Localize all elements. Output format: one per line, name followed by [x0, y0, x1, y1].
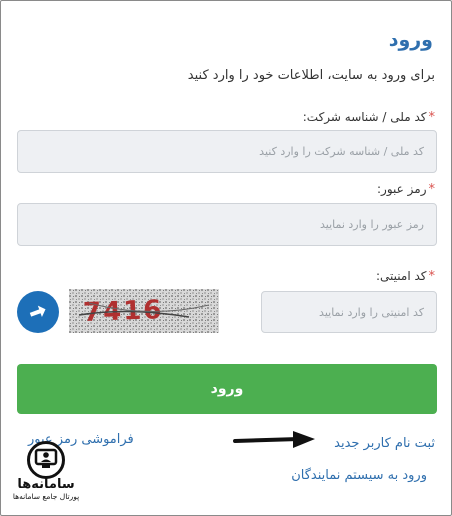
required-mark: *: [428, 182, 436, 197]
watermark-brand: سامانه‌ها: [17, 477, 75, 492]
captcha-image: 7416: [69, 289, 219, 333]
national-id-label-text: کد ملی / شناسه شرکت:: [302, 110, 427, 124]
page-subtitle: برای ورود به سایت، اطلاعات خود را وارد ک…: [187, 68, 435, 83]
refresh-icon: [29, 305, 46, 317]
required-mark: *: [428, 110, 436, 125]
page-title: ورود: [388, 29, 433, 51]
watermark-logo: سامانه‌ها پورتال جامع سامانه‌ها: [5, 441, 87, 511]
login-panel: ورود برای ورود به سایت، اطلاعات خود را و…: [0, 0, 452, 516]
arrow-right-icon: [233, 431, 315, 448]
watermark-tagline: پورتال جامع سامانه‌ها: [12, 492, 80, 501]
password-label-text: رمز عبور:: [377, 182, 427, 196]
agents-login-link[interactable]: ورود به سیستم نمایندگان: [291, 468, 427, 483]
refresh-captcha-button[interactable]: [17, 291, 59, 333]
captcha-input[interactable]: [261, 291, 437, 333]
monitor-user-icon: [27, 441, 65, 479]
password-label: *رمز عبور:: [377, 182, 435, 197]
password-input[interactable]: [17, 203, 437, 246]
login-button[interactable]: ورود: [17, 364, 437, 414]
required-mark: *: [428, 269, 436, 284]
captcha-label: *کد امنیتی:: [376, 269, 435, 284]
national-id-label: *کد ملی / شناسه شرکت:: [303, 110, 435, 125]
national-id-input[interactable]: [17, 130, 437, 173]
register-link[interactable]: ثبت نام کاربر جدید: [334, 436, 435, 451]
captcha-label-text: کد امنیتی:: [376, 269, 427, 283]
